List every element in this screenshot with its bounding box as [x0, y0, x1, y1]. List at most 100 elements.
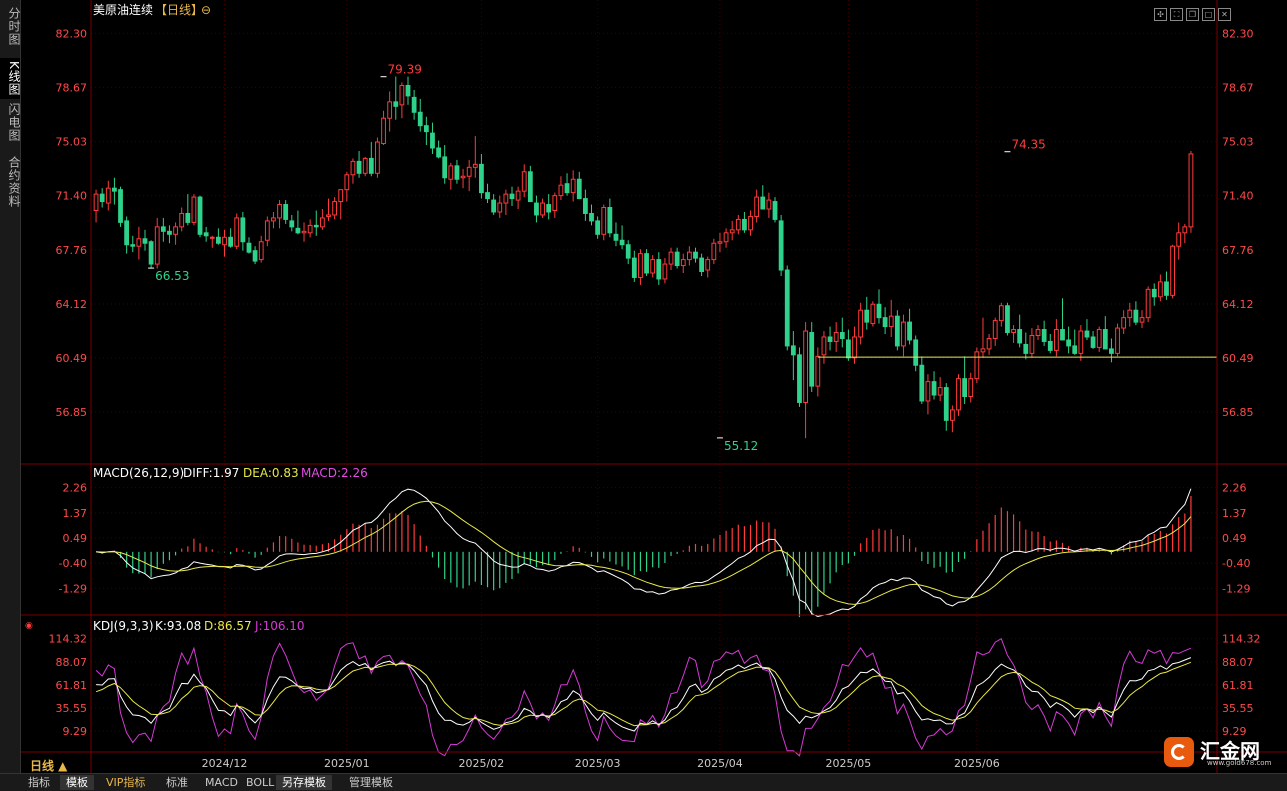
toolbar-button-5[interactable]: BOLL — [240, 775, 280, 790]
candle-body — [1176, 232, 1182, 247]
candle-body — [1017, 329, 1023, 344]
kdj-indicator-icon: ◉ — [25, 621, 33, 631]
candle-body — [894, 315, 900, 347]
candle — [142, 229, 148, 251]
candle-body — [1041, 329, 1047, 342]
candle — [662, 258, 668, 284]
candle — [442, 145, 448, 184]
macd-dea-label: DEA:0.83 — [243, 466, 299, 480]
candle — [754, 189, 760, 223]
candle — [693, 247, 698, 263]
candle-body — [1011, 329, 1016, 334]
kdj-ytick-left-2: 61.81 — [56, 679, 88, 692]
logo-icon — [1164, 737, 1194, 767]
candle — [264, 216, 270, 247]
candle — [160, 217, 166, 242]
candle-body — [1102, 329, 1108, 350]
candle — [356, 150, 362, 178]
x-tick-0: 2024/12 — [202, 757, 248, 770]
max-icon[interactable]: □ — [1202, 8, 1215, 21]
candle — [350, 158, 356, 184]
sidebar-tab-2[interactable]: 闪电图 — [0, 100, 21, 145]
candle — [393, 76, 399, 120]
toolbar-button-1[interactable]: 模板 — [60, 775, 94, 790]
candle-body — [154, 226, 160, 265]
candle-body — [209, 236, 215, 239]
candle-body — [485, 192, 490, 200]
candle — [576, 171, 582, 200]
candle — [503, 189, 509, 215]
candle — [234, 213, 240, 250]
candle — [491, 194, 497, 215]
candle-body — [1035, 329, 1041, 337]
chart-area[interactable]: 82.30 82.30 78.67 78.67 75.03 75.03 71.40 71.40… — [21, 0, 1287, 773]
toolbar-button-0[interactable]: 指标 — [22, 775, 56, 790]
candle-body — [723, 232, 729, 243]
toolbar-button-7[interactable]: 管理模板 — [343, 775, 399, 790]
macd-macd-label: MACD:2.26 — [301, 466, 368, 480]
candle — [631, 250, 637, 282]
price-ytick-right-2: 75.03 — [1222, 136, 1254, 149]
move-icon[interactable]: ✣ — [1154, 8, 1167, 21]
candle — [1084, 319, 1090, 340]
candle — [368, 142, 374, 177]
candle-body — [503, 193, 509, 204]
candle-body — [552, 195, 558, 211]
toolbar-button-4[interactable]: MACD — [199, 775, 244, 790]
period-label[interactable]: 日线 ▲ — [30, 757, 67, 774]
candle-body — [888, 315, 894, 328]
candle-body — [668, 251, 674, 265]
candle-body — [986, 337, 992, 350]
candle — [723, 228, 729, 248]
candle — [949, 405, 955, 433]
restore-icon[interactable]: ❐ — [1186, 8, 1199, 21]
close-icon[interactable]: ✕ — [1218, 8, 1231, 21]
fullscreen-icon[interactable]: ⛶ — [1170, 8, 1183, 21]
candle-body — [246, 242, 252, 253]
candle — [534, 195, 539, 223]
sidebar-tab-0[interactable]: 分时图 — [0, 4, 21, 49]
candle — [748, 210, 753, 236]
sidebar-tab-3[interactable]: 合约资料 — [0, 153, 21, 211]
macd-ytick-left-2: 0.49 — [63, 532, 88, 545]
candle-body — [405, 84, 411, 97]
candle — [937, 377, 943, 401]
candle-body — [173, 226, 178, 235]
candle-body — [442, 156, 448, 179]
dea-line — [96, 500, 1192, 605]
candle — [1176, 222, 1182, 260]
candle — [1157, 274, 1163, 302]
candle-body — [283, 204, 289, 220]
candle — [1035, 325, 1041, 340]
candle-body — [1182, 226, 1188, 234]
candle-body — [650, 259, 656, 274]
candle — [362, 156, 368, 177]
sidebar-tab-1[interactable]: K线图 — [0, 58, 21, 99]
candle — [846, 329, 851, 361]
toolbar-button-6[interactable]: 另存模板 — [276, 775, 332, 790]
candle-body — [949, 409, 955, 421]
toolbar-button-2[interactable]: VIP指标 — [100, 775, 151, 790]
candle-body — [1084, 330, 1090, 338]
candle-body — [368, 157, 374, 174]
candle-body — [876, 303, 882, 319]
candle-body — [301, 230, 307, 234]
candle-body — [1090, 336, 1096, 348]
candle-body — [711, 242, 717, 261]
candle — [527, 165, 533, 203]
candle-body — [717, 241, 723, 244]
candle — [962, 356, 968, 404]
candle — [319, 209, 325, 230]
candle-body — [497, 202, 503, 213]
candle-body — [595, 220, 601, 235]
candle — [344, 171, 350, 202]
candle-body — [112, 187, 117, 192]
candle — [680, 253, 686, 273]
candle — [313, 210, 319, 236]
candle — [558, 176, 564, 201]
toolbar-button-3[interactable]: 标准 — [160, 775, 194, 790]
candle-body — [399, 84, 405, 106]
candle-body — [472, 163, 478, 168]
candle-body — [466, 166, 472, 177]
candle-body — [619, 239, 625, 246]
